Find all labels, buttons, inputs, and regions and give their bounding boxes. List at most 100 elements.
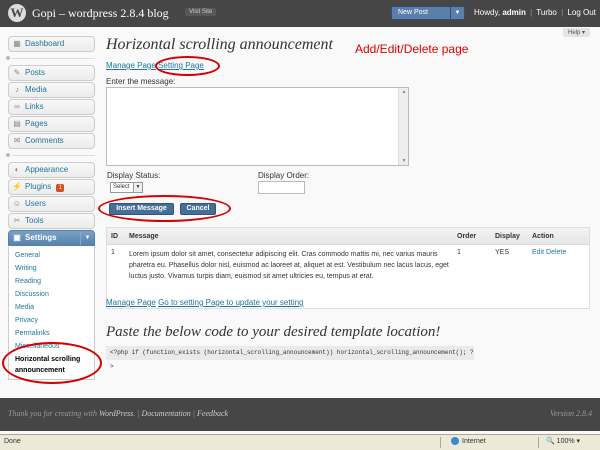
chevron-down-icon[interactable]: ▼ xyxy=(450,7,464,19)
cell-order: 1 xyxy=(457,249,461,256)
paste-code-heading: Paste the below code to your desired tem… xyxy=(106,324,441,340)
howdy-text: Howdy, xyxy=(474,8,501,17)
user-info: Howdy, admin | Turbo | Log Out xyxy=(474,8,596,17)
message-scrollbar[interactable]: ▲ ▼ xyxy=(398,88,408,165)
delete-link[interactable]: Delete xyxy=(546,249,566,256)
chevron-down-icon: ▼ xyxy=(133,183,142,192)
status-divider xyxy=(440,437,441,448)
messages-table: ID Message Order Display Action 1 Lorem … xyxy=(106,227,590,309)
help-button[interactable]: Help ▾ xyxy=(563,28,591,37)
menu-item-comments[interactable]: ✉ Comments xyxy=(8,133,95,149)
cell-display: YES xyxy=(495,249,510,256)
annotation-label: Add/Edit/Delete page xyxy=(355,42,469,56)
feedback-link[interactable]: Feedback xyxy=(197,409,228,418)
submenu-item-media[interactable]: Media xyxy=(9,301,94,314)
menu-item-appearance[interactable]: ◐ Appearance xyxy=(8,162,95,178)
visit-site-button[interactable]: Visit Site xyxy=(185,8,217,16)
scroll-up-icon[interactable]: ▲ xyxy=(399,88,409,96)
users-icon: ☺ xyxy=(12,199,22,208)
settings-icon: ▣ xyxy=(13,233,21,242)
menu-item-plugins[interactable]: ⚡ Plugins 1 xyxy=(8,179,95,195)
column-header-action: Action xyxy=(532,233,554,240)
username-link[interactable]: admin xyxy=(502,8,526,17)
menu-item-tools[interactable]: ✂ Tools xyxy=(8,213,95,229)
menu-label: Settings xyxy=(25,233,57,242)
display-status-label: Display Status: xyxy=(107,171,161,180)
menu-item-media[interactable]: ♪ Media xyxy=(8,82,95,98)
separator: | xyxy=(530,8,533,17)
message-textarea[interactable] xyxy=(106,87,409,166)
display-status-value: Select xyxy=(113,184,130,190)
turbo-link[interactable]: Turbo xyxy=(536,8,557,17)
page-icon: ▤ xyxy=(13,119,21,128)
manage-page-link[interactable]: Manage Page xyxy=(106,61,156,70)
annotation-circle xyxy=(2,342,102,384)
goto-setting-link[interactable]: Go to setting Page to update your settin… xyxy=(158,298,303,307)
wordpress-logo-icon[interactable]: W xyxy=(8,4,26,22)
footer-credits: Thank you for creating with WordPress. |… xyxy=(8,409,229,418)
table-header: ID Message Order Display Action xyxy=(107,228,589,245)
admin-footer: Thank you for creating with WordPress. |… xyxy=(0,398,600,431)
comment-icon: ✉ xyxy=(13,136,21,145)
menu-label: Dashboard xyxy=(25,39,65,48)
cell-id: 1 xyxy=(111,249,115,256)
logout-link[interactable]: Log Out xyxy=(567,8,595,17)
status-divider xyxy=(538,437,539,448)
zoom-level: 100% xyxy=(556,438,575,445)
annotation-circle xyxy=(98,195,231,222)
chevron-down-icon[interactable]: ▼ xyxy=(80,231,94,245)
zoom-control[interactable]: 🔍 100% ▾ xyxy=(546,435,580,449)
link-icon: ∞ xyxy=(14,102,20,111)
favorite-actions-dropdown[interactable]: New Post ▼ xyxy=(391,6,465,20)
display-order-label: Display Order: xyxy=(258,171,310,180)
menu-separator xyxy=(6,54,95,62)
footer-version: Version 2.8.4 xyxy=(550,409,592,418)
menu-item-dashboard[interactable]: ▦ Dashboard xyxy=(8,36,95,52)
site-title[interactable]: Gopi – wordpress 2.8.4 blog xyxy=(32,6,169,21)
menu-item-settings[interactable]: ▣ Settings ▼ xyxy=(8,230,95,246)
menu-item-users[interactable]: ☺ Users xyxy=(8,196,95,212)
cell-message: Lorem ipsum dolor sit amet, consectetur … xyxy=(129,251,449,280)
submenu-item-discussion[interactable]: Discussion xyxy=(9,288,94,301)
separator: | xyxy=(561,8,564,17)
submenu-item-general[interactable]: General xyxy=(9,249,94,262)
column-header-display: Display xyxy=(495,233,520,240)
status-text: Done xyxy=(4,438,21,445)
manage-page-link-bottom[interactable]: Manage Page xyxy=(106,298,156,307)
media-icon: ♪ xyxy=(15,85,19,94)
annotation-circle xyxy=(155,56,220,76)
menu-label: Links xyxy=(25,102,44,111)
display-order-input[interactable] xyxy=(258,181,305,194)
footer-thanks: Thank you for creating with xyxy=(8,409,98,418)
menu-label: Media xyxy=(25,85,47,94)
display-status-select[interactable]: Select ▼ xyxy=(110,182,143,193)
scroll-down-icon[interactable]: ▼ xyxy=(399,157,409,165)
admin-header: W Gopi – wordpress 2.8.4 blog Visit Site… xyxy=(0,0,600,27)
favorite-action-label: New Post xyxy=(398,9,428,16)
menu-item-links[interactable]: ∞ Links xyxy=(8,99,95,115)
appearance-icon: ◐ xyxy=(14,165,20,174)
edit-link[interactable]: Edit xyxy=(532,249,544,256)
dashboard-icon: ▦ xyxy=(13,39,21,48)
submenu-item-permalinks[interactable]: Permalinks xyxy=(9,327,94,340)
message-label: Enter the message: xyxy=(106,77,176,86)
menu-item-pages[interactable]: ▤ Pages xyxy=(8,116,95,132)
documentation-link[interactable]: Documentation xyxy=(141,409,190,418)
security-zone: Internet xyxy=(451,435,486,449)
menu-label: Pages xyxy=(25,119,48,128)
menu-label: Plugins xyxy=(25,182,52,191)
submenu-item-writing[interactable]: Writing xyxy=(9,262,94,275)
menu-separator xyxy=(6,151,95,159)
globe-icon xyxy=(451,437,459,446)
submenu-item-reading[interactable]: Reading xyxy=(9,275,94,288)
submenu-item-privacy[interactable]: Privacy xyxy=(9,314,94,327)
menu-label: Users xyxy=(25,199,46,208)
plugin-update-count-badge: 1 xyxy=(56,184,64,192)
menu-label: Comments xyxy=(25,136,64,145)
wordpress-link[interactable]: WordPress xyxy=(99,409,133,418)
pushpin-icon: ✎ xyxy=(13,68,21,77)
menu-item-posts[interactable]: ✎ Posts xyxy=(8,65,95,81)
cell-actions: Edit Delete xyxy=(532,249,566,256)
page-title: Horizontal scrolling announcement xyxy=(106,36,333,53)
template-code: <?php if (function_exists (horizontal_sc… xyxy=(106,346,474,370)
